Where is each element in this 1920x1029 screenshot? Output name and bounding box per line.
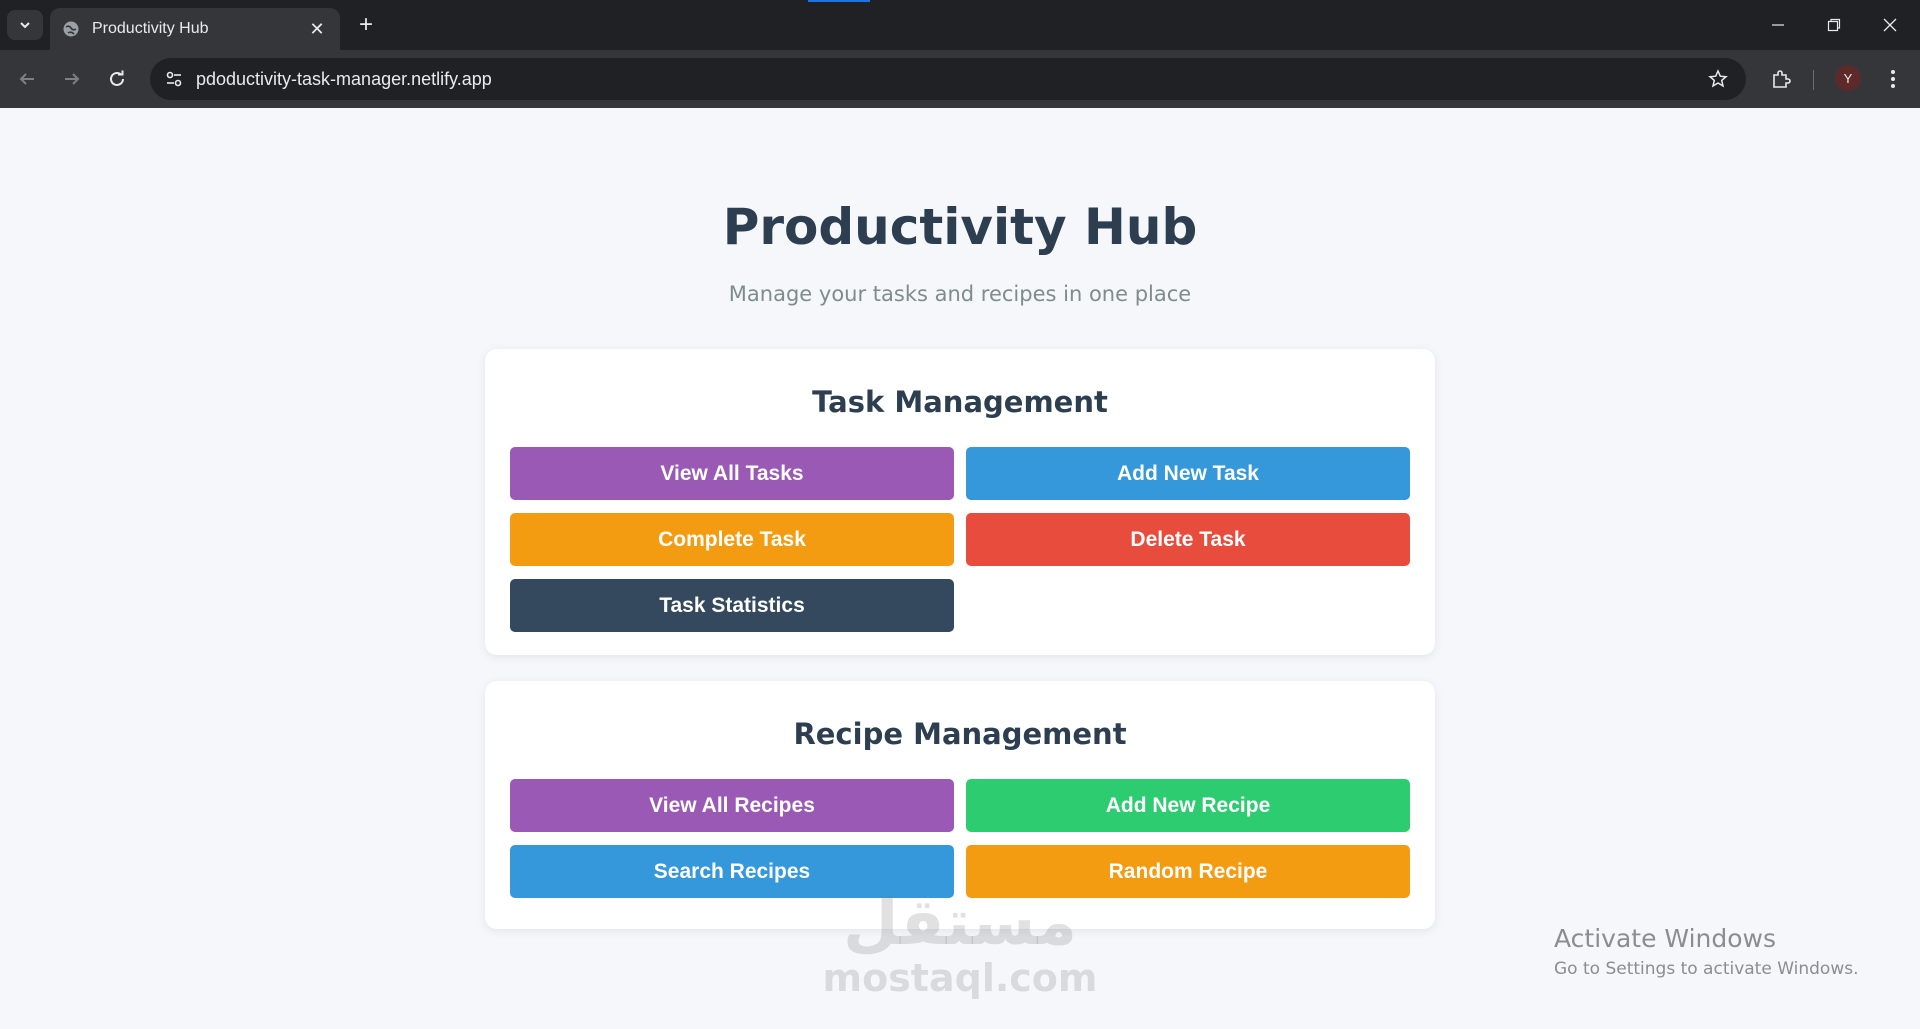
arrow-left-icon (19, 73, 34, 85)
bookmark-button[interactable] (1698, 59, 1738, 99)
activation-title: Activate Windows (1554, 924, 1776, 953)
back-button[interactable] (12, 64, 42, 94)
task-management-card: Task Management View All Tasks Add New T… (485, 349, 1435, 655)
reload-icon (110, 70, 124, 86)
restore-icon (1827, 18, 1841, 32)
url-text[interactable]: pdoductivity-task-manager.netlify.app (196, 69, 1698, 90)
view-all-tasks-button[interactable]: View All Tasks (510, 447, 954, 500)
tab-search-button[interactable] (7, 10, 43, 40)
globe-icon (63, 21, 79, 37)
recipe-buttons-grid: View All Recipes Add New Recipe Search R… (510, 779, 1410, 898)
forward-button[interactable] (57, 64, 87, 94)
complete-task-button[interactable]: Complete Task (510, 513, 954, 566)
minimize-button[interactable] (1758, 10, 1798, 40)
task-management-heading: Task Management (812, 385, 1108, 419)
new-tab-button[interactable]: + (352, 12, 380, 40)
reload-button[interactable] (102, 64, 132, 94)
page-subtitle: Manage your tasks and recipes in one pla… (728, 282, 1192, 306)
windows-activation-notice: Activate Windows Go to Settings to activ… (1554, 924, 1859, 979)
close-icon (1883, 18, 1897, 32)
recipe-management-heading: Recipe Management (793, 717, 1127, 751)
page-title: Productivity Hub (722, 198, 1198, 256)
puzzle-icon (1773, 70, 1791, 88)
profile-avatar[interactable]: Y (1835, 65, 1861, 91)
restore-button[interactable] (1814, 10, 1854, 40)
minimize-icon (1772, 24, 1784, 26)
activation-message: Go to Settings to activate Windows. (1554, 959, 1859, 979)
extensions-button[interactable] (1766, 64, 1796, 94)
address-bar[interactable]: pdoductivity-task-manager.netlify.app (150, 58, 1746, 100)
task-buttons-grid: View All Tasks Add New Task Complete Tas… (510, 447, 1410, 632)
chevron-down-icon (20, 22, 30, 29)
add-new-recipe-button[interactable]: Add New Recipe (966, 779, 1410, 832)
more-vertical-icon (1891, 70, 1895, 88)
delete-task-button[interactable]: Delete Task (966, 513, 1410, 566)
browser-tab-bar: Productivity Hub ✕ + (0, 0, 1920, 50)
arrow-right-icon (65, 73, 80, 85)
tab-close-icon[interactable]: ✕ (306, 19, 328, 40)
task-statistics-button[interactable]: Task Statistics (510, 579, 954, 632)
view-all-recipes-button[interactable]: View All Recipes (510, 779, 954, 832)
toolbar-separator (1813, 70, 1814, 90)
add-new-task-button[interactable]: Add New Task (966, 447, 1410, 500)
page-content: Productivity Hub Manage your tasks and r… (0, 108, 1920, 1029)
browser-menu-button[interactable] (1878, 64, 1908, 94)
browser-toolbar: pdoductivity-task-manager.netlify.app Y (0, 50, 1920, 108)
tab-strip-indicator (808, 0, 870, 2)
browser-tab[interactable]: Productivity Hub ✕ (50, 8, 340, 50)
close-window-button[interactable] (1870, 10, 1910, 40)
tune-icon (166, 71, 182, 87)
tab-title: Productivity Hub (92, 20, 209, 37)
site-info-button[interactable] (154, 59, 194, 99)
star-icon (1708, 69, 1728, 88)
